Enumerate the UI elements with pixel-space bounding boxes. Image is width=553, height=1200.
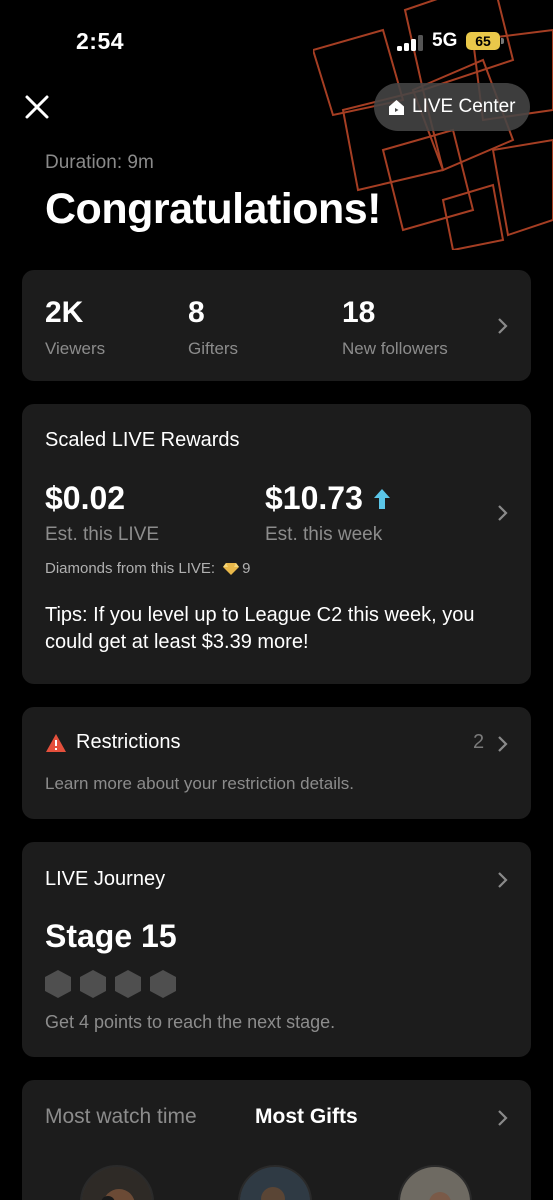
chevron-right-icon[interactable] xyxy=(496,1109,508,1127)
restrictions-description: Learn more about your restriction detail… xyxy=(45,774,354,793)
status-time: 2:54 xyxy=(76,28,125,54)
stat-value: 8 xyxy=(188,296,205,329)
live-center-label: LIVE Center xyxy=(412,96,516,117)
page-title: Congratulations! xyxy=(45,185,381,233)
journey-stage: Stage 15 xyxy=(45,918,177,954)
progress-hexagon xyxy=(115,970,141,998)
battery-icon: 65 xyxy=(466,32,504,50)
chevron-right-icon xyxy=(498,318,508,334)
duration-text: Duration: 9m xyxy=(45,152,154,173)
chevron-right-icon xyxy=(498,736,508,752)
journey-title: LIVE Journey xyxy=(45,868,166,890)
stat-label: Viewers xyxy=(45,339,106,358)
battery-level: 65 xyxy=(466,32,500,50)
diamonds-count: 9 xyxy=(242,560,251,577)
restrictions-count: 2 xyxy=(473,731,485,753)
stat-value: 2K xyxy=(45,296,84,329)
restrictions-header: Restrictions xyxy=(45,731,180,754)
diamonds-row: Diamonds from this LIVE: 9 xyxy=(45,560,250,577)
stat-value: 18 xyxy=(342,296,376,329)
this-week-earnings: $10.73 xyxy=(265,480,363,516)
restrictions-card[interactable] xyxy=(22,707,531,819)
progress-hexagon xyxy=(80,970,106,998)
tab-most-watch-time[interactable]: Most watch time xyxy=(45,1105,197,1129)
live-center-button[interactable]: LIVE Center xyxy=(374,83,530,131)
stage-progress xyxy=(45,970,176,998)
diamonds-label: Diamonds from this LIVE: xyxy=(45,560,216,577)
rewards-title: Scaled LIVE Rewards xyxy=(45,429,240,451)
rewards-tips: Tips: If you level up to League C2 this … xyxy=(45,604,475,653)
stat-viewers: 2K Viewers xyxy=(45,296,105,359)
cellular-signal-icon xyxy=(397,35,424,51)
restrictions-title: Restrictions xyxy=(76,731,181,753)
stat-label: Gifters xyxy=(188,339,239,358)
chevron-right-icon xyxy=(498,872,508,888)
stat-gifters: 8 Gifters xyxy=(188,296,238,359)
this-live-label: Est. this LIVE xyxy=(45,524,160,545)
tab-most-gifts[interactable]: Most Gifts xyxy=(255,1105,358,1129)
journey-description: Get 4 points to reach the next stage. xyxy=(45,1012,336,1032)
this-week-label: Est. this week xyxy=(265,524,383,545)
chevron-right-icon xyxy=(498,505,508,521)
stat-label: New followers xyxy=(342,339,448,358)
stat-new-followers: 18 New followers xyxy=(342,296,448,359)
this-live-earnings: $0.02 xyxy=(45,480,126,516)
close-icon xyxy=(25,95,49,119)
arrow-up-icon xyxy=(374,489,390,509)
status-bar: 2:54 5G 65 xyxy=(0,0,553,84)
progress-hexagon xyxy=(45,970,71,998)
network-type: 5G xyxy=(432,30,458,51)
warning-icon xyxy=(46,733,66,752)
progress-hexagon xyxy=(150,970,176,998)
close-button[interactable] xyxy=(22,92,52,122)
home-icon xyxy=(388,99,405,116)
diamond-icon xyxy=(223,562,240,575)
